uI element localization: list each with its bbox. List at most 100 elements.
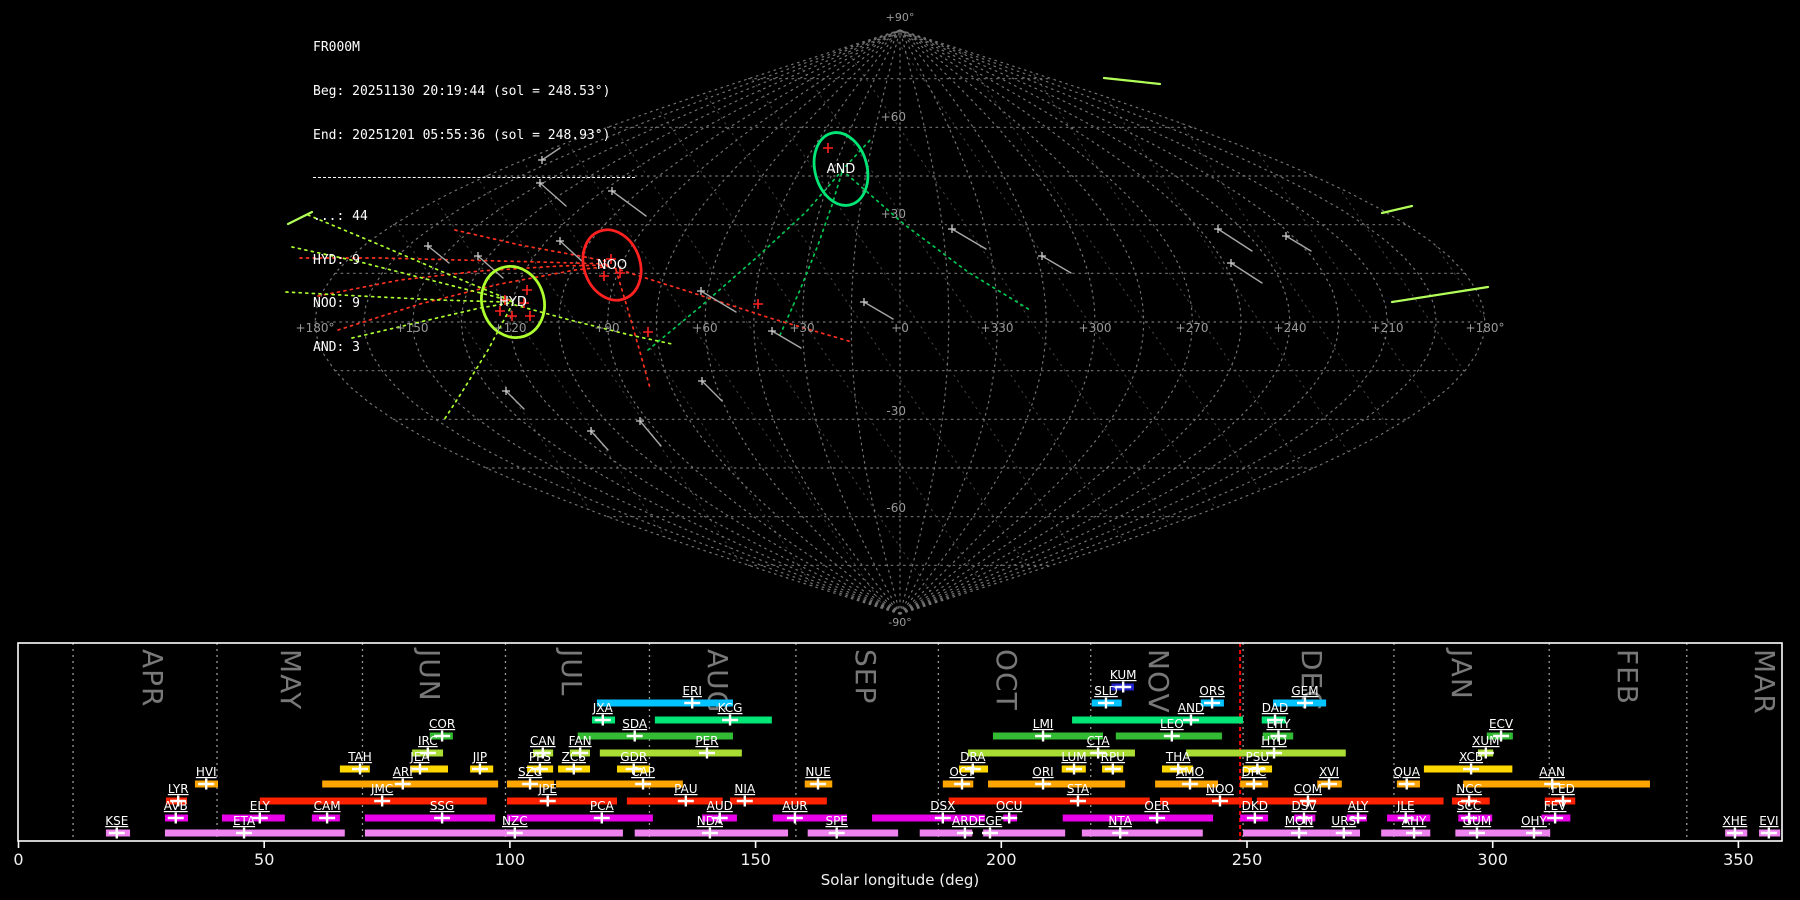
month-label-JUL: JUL — [555, 647, 588, 696]
shower-label-JPE: JPE — [538, 782, 557, 796]
shower-label-ETA: ETA — [233, 814, 256, 828]
shower-peak-marker-AMO — [1182, 778, 1198, 790]
shower-label-ALY: ALY — [1348, 799, 1369, 813]
lat-label: +60 — [881, 110, 906, 124]
pole-label: +90° — [886, 11, 915, 24]
sporadic-plus-marker — [1227, 259, 1235, 267]
shower-label-JXA: JXA — [592, 701, 614, 715]
shower-label-NZC: NZC — [502, 814, 528, 828]
shower-label-LMI: LMI — [1033, 717, 1054, 731]
shower-label-SLD: SLD — [1094, 684, 1118, 698]
shower-label-EHY: EHY — [1266, 717, 1291, 731]
shower-label-XVI: XVI — [1319, 765, 1339, 779]
shower-peak-marker-PER — [698, 747, 715, 759]
shower-bar-PCA — [506, 814, 653, 822]
meteor-trail-sporadic — [590, 430, 609, 451]
info-divider — [313, 176, 635, 178]
x-tick-label: 250 — [1232, 850, 1263, 869]
shower-peak-marker-NTA — [1112, 827, 1129, 839]
sporadic-plus-marker — [768, 327, 776, 335]
month-label-MAR: MAR — [1748, 649, 1781, 715]
meteor-trail-sporadic — [1041, 255, 1072, 274]
shower-label-JEA: JEA — [409, 750, 430, 764]
count-and: AND: 3 — [313, 340, 360, 356]
shower-peak-marker-QUA — [1398, 778, 1415, 790]
shower-peak-marker-AVB — [167, 812, 184, 824]
shower-label-ARI: ARI — [393, 765, 413, 779]
shower-peak-marker-SZC — [522, 778, 539, 790]
meteor-plus-marker — [643, 327, 653, 337]
sporadic-plus-marker — [1214, 225, 1222, 233]
shower-peak-marker-ZCS — [565, 763, 582, 775]
meteor-trail-AND — [779, 171, 843, 336]
shower-peak-marker-TAH — [352, 763, 369, 775]
shower-label-NTA: NTA — [1108, 814, 1132, 828]
shower-peak-marker-SPE — [828, 827, 845, 839]
count-noo: NOO: 9 — [313, 296, 360, 312]
shower-peak-marker-STA — [1069, 795, 1086, 807]
shower-peak-marker-XHE — [1726, 827, 1743, 839]
shower-label-KUM: KUM — [1110, 668, 1137, 682]
shower-peak-marker-HVI — [198, 778, 215, 790]
lon-label: +0 — [891, 321, 909, 335]
meteor-station-plot: HYD NOO AND +180° +150 +120 +90 +60 +30 +0 +330 +30… — [0, 0, 1800, 900]
shower-label-JMC: JMC — [370, 782, 393, 796]
shower-label-HYD: HYD — [1261, 734, 1287, 748]
shower-label-PPS: PPS — [529, 750, 551, 764]
shower-peak-marker-OCU — [1001, 812, 1018, 824]
x-tick-label: 350 — [1723, 850, 1754, 869]
shower-label-NOO: NOO — [1206, 782, 1234, 796]
shower-peak-marker-PCA — [593, 812, 610, 824]
shower-peak-marker-DKD — [1246, 812, 1263, 824]
shower-label-XUM: XUM — [1472, 734, 1499, 748]
shower-label-OER: OER — [1144, 799, 1169, 813]
shower-label-SDA: SDA — [622, 717, 648, 731]
shower-peak-marker-KCG — [722, 714, 739, 726]
shower-label-AUD: AUD — [707, 799, 733, 813]
month-label-FEB: FEB — [1611, 649, 1644, 705]
shower-label-TAH: TAH — [347, 750, 372, 764]
shower-label-DSX: DSX — [930, 799, 955, 813]
shower-peak-marker-ETA — [236, 827, 253, 839]
shower-peak-marker-JEA — [411, 763, 428, 775]
shower-label-ORS: ORS — [1199, 684, 1224, 698]
shower-label-ERI: ERI — [682, 684, 701, 698]
shower-peak-marker-RPU — [1104, 763, 1121, 775]
shower-label-CAN: CAN — [530, 734, 556, 748]
shower-bar-ORI — [988, 780, 1126, 788]
x-tick-label: 100 — [495, 850, 526, 869]
shower-peak-marker-PAU — [677, 795, 694, 807]
shower-label-PER: PER — [695, 734, 718, 748]
shower-peak-marker-JPE — [539, 795, 556, 807]
shower-label-KCG: KCG — [718, 701, 743, 715]
month-label-OCT: OCT — [990, 649, 1023, 711]
shower-peak-marker-NIA — [736, 795, 753, 807]
grid-diagonal — [1000, 30, 1402, 614]
shower-label-OCT: OCT — [949, 765, 975, 779]
shower-label-SSG: SSG — [430, 799, 455, 813]
shower-bar-ERI — [596, 699, 733, 707]
count-sporadic: ...: 44 — [313, 208, 368, 224]
shower-label-RPU: RPU — [1101, 750, 1125, 764]
shower-peak-marker-SLD — [1097, 697, 1114, 709]
x-tick-label: 0 — [13, 850, 23, 869]
shower-label-FEV: FEV — [1544, 799, 1567, 813]
shower-label-PAU: PAU — [674, 782, 697, 796]
shower-bar-AND — [1072, 716, 1244, 724]
shower-label-GDR: GDR — [620, 750, 647, 764]
shower-label-CTA: CTA — [1087, 734, 1111, 748]
sporadic-plus-marker — [1038, 252, 1046, 260]
shower-bar-AHY — [1381, 829, 1431, 837]
shower-label-CAM: CAM — [314, 799, 341, 813]
shower-peak-marker-EGE — [981, 827, 998, 839]
shower-peak-marker-AND — [1182, 714, 1199, 726]
shower-label-JLE: JLE — [1396, 799, 1415, 813]
shower-label-URS: URS — [1331, 814, 1356, 828]
shower-peak-marker-CAM — [319, 812, 336, 824]
shower-peak-marker-FEV — [1547, 812, 1564, 824]
shower-peak-marker-NDA — [701, 827, 718, 839]
shower-peak-marker-GUM — [1468, 827, 1485, 839]
lon-label: +270 — [1176, 321, 1209, 335]
shower-peak-marker-XCB — [1463, 763, 1480, 775]
lon-label: +300 — [1079, 321, 1112, 335]
